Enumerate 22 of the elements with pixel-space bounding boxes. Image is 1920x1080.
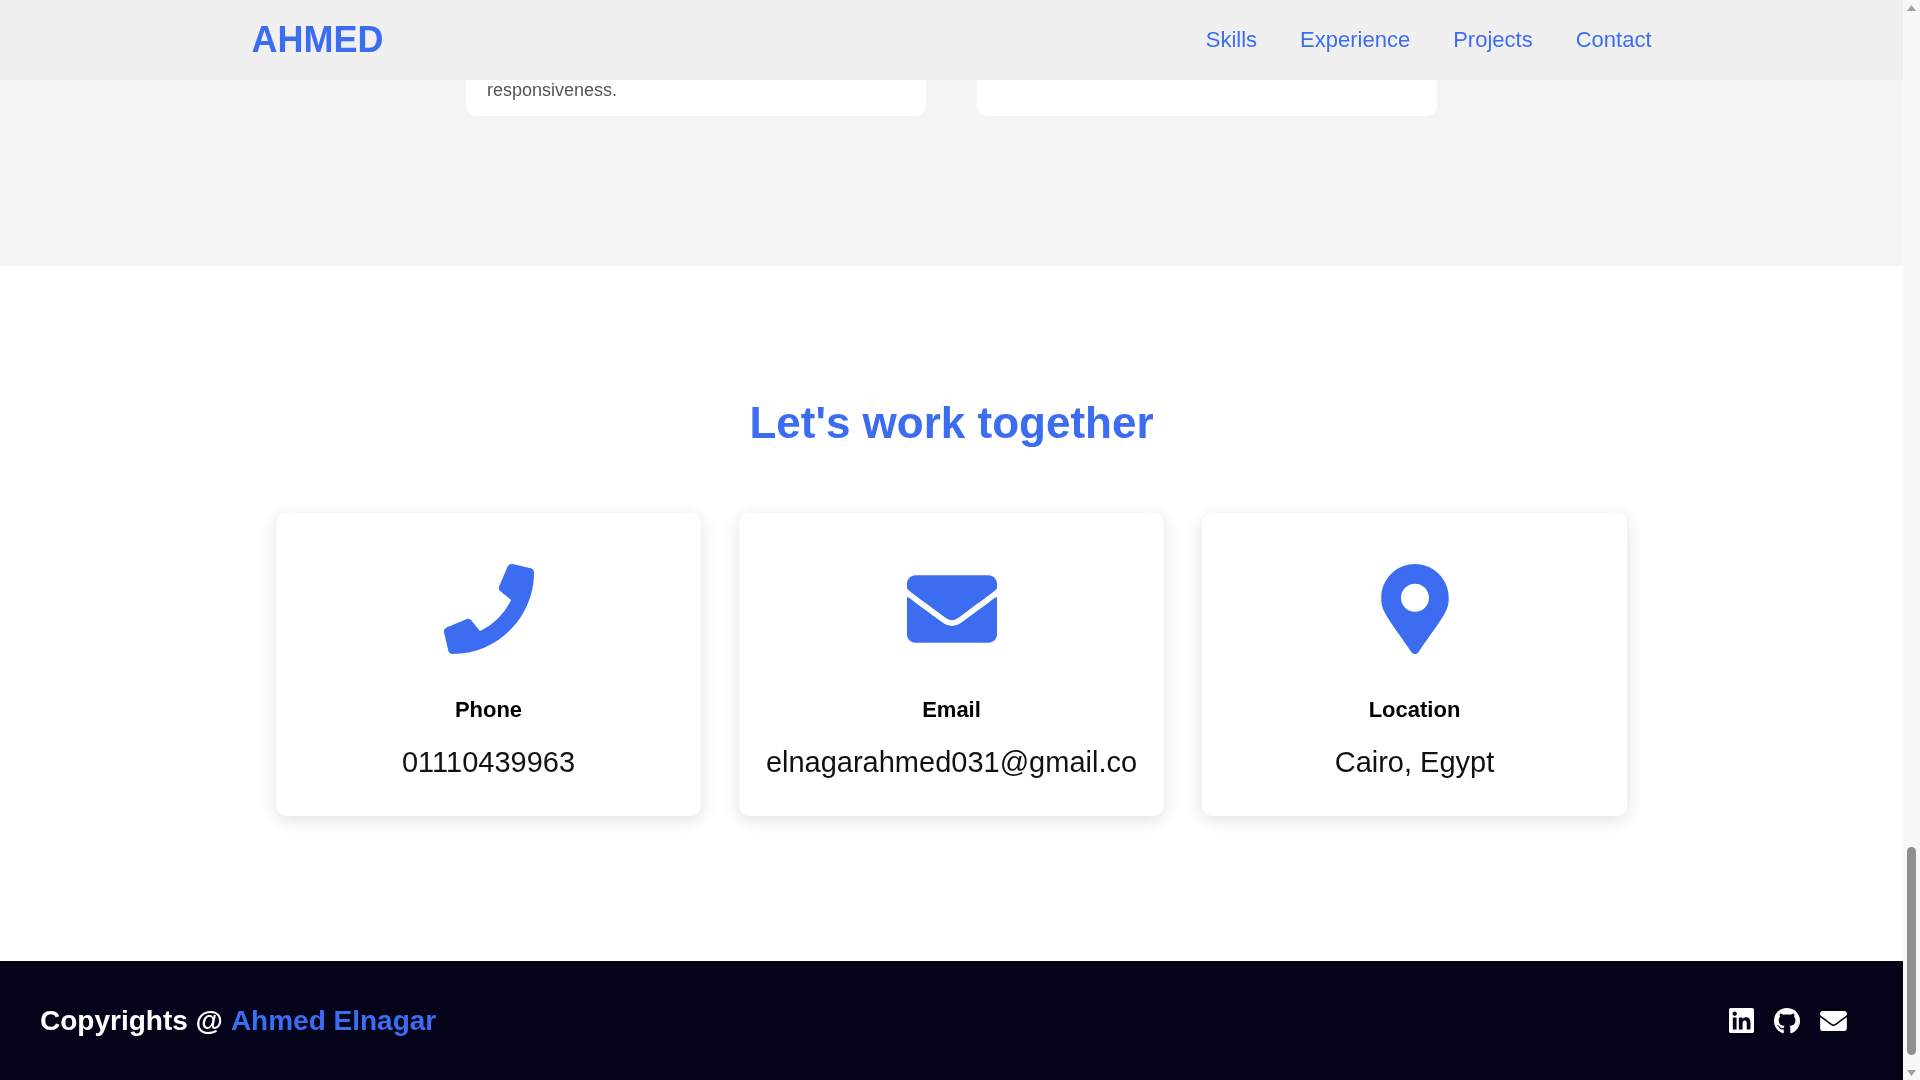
phone-icon <box>443 564 534 654</box>
nav-link[interactable]: Experience <box>1300 26 1411 54</box>
contact-value: elnagarahmed031@gmail.co <box>765 745 1138 779</box>
author-link[interactable]: Ahmed Elnagar <box>230 1003 437 1038</box>
contact-label: Email <box>922 697 981 723</box>
map-pin-icon <box>1380 564 1449 654</box>
linkedin-icon[interactable] <box>1729 1008 1754 1033</box>
nav-link[interactable]: Skills <box>1205 26 1258 54</box>
section-title: Let's work together <box>749 397 1154 449</box>
scrollbar-thumb[interactable] <box>1907 847 1916 1055</box>
nav-link[interactable]: Contact <box>1575 26 1652 54</box>
nav-link[interactable]: Projects <box>1453 26 1533 54</box>
contact-value: Cairo, Egypt <box>1334 745 1495 779</box>
logo: AHMED <box>251 19 384 61</box>
github-icon[interactable] <box>1774 1007 1800 1034</box>
copyright-text: Copyrights @ <box>40 1003 223 1038</box>
mail-icon <box>906 575 997 643</box>
contact-label: Phone <box>454 697 523 723</box>
contact-value: 01110439963 <box>401 745 576 779</box>
project-description: responsiveness. <box>487 81 618 100</box>
contact-label: Location <box>1368 697 1461 723</box>
mail-icon[interactable] <box>1820 1010 1847 1031</box>
